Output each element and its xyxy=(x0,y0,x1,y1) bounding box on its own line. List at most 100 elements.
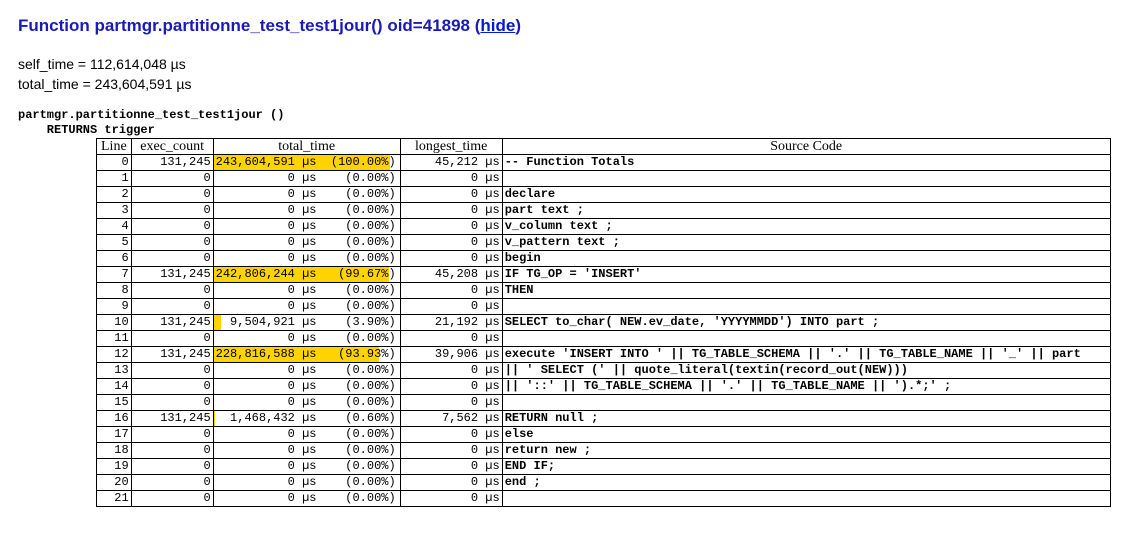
cell-exec-count: 0 xyxy=(131,283,213,299)
table-row: 90 0 µs (0.00%)0 µs xyxy=(97,299,1111,315)
cell-total-time: 0 µs (0.00%) xyxy=(213,475,400,491)
cell-total-time-text: 0 µs (0.00%) xyxy=(216,427,398,442)
cell-total-time: 0 µs (0.00%) xyxy=(213,171,400,187)
cell-source-code: declare xyxy=(502,187,1110,203)
cell-total-time-text: 0 µs (0.00%) xyxy=(216,299,398,314)
table-row: 140 0 µs (0.00%)0 µs || '::' || TG_TABLE… xyxy=(97,379,1111,395)
profiler-table: Line exec_count total_time longest_time … xyxy=(96,138,1111,507)
cell-exec-count: 0 xyxy=(131,251,213,267)
function-signature: partmgr.partitionne_test_test1jour () RE… xyxy=(18,108,1111,138)
cell-source-code xyxy=(502,491,1110,507)
cell-line: 5 xyxy=(97,235,132,251)
table-row: 10 0 µs (0.00%)0 µs xyxy=(97,171,1111,187)
cell-exec-count: 131,245 xyxy=(131,411,213,427)
cell-source-code: || '::' || TG_TABLE_SCHEMA || '.' || TG_… xyxy=(502,379,1110,395)
cell-exec-count: 0 xyxy=(131,475,213,491)
cell-longest-time: 0 µs xyxy=(400,459,502,475)
table-row: 170 0 µs (0.00%)0 µs else xyxy=(97,427,1111,443)
cell-exec-count: 0 xyxy=(131,331,213,347)
cell-exec-count: 0 xyxy=(131,203,213,219)
cell-source-code: THEN xyxy=(502,283,1110,299)
cell-total-time: 0 µs (0.00%) xyxy=(213,299,400,315)
cell-line: 0 xyxy=(97,155,132,171)
cell-total-time-text: 0 µs (0.00%) xyxy=(216,203,398,218)
cell-source-code: RETURN null ; xyxy=(502,411,1110,427)
cell-total-time: 0 µs (0.00%) xyxy=(213,379,400,395)
cell-longest-time: 0 µs xyxy=(400,491,502,507)
page-title: Function partmgr.partitionne_test_test1j… xyxy=(18,16,1111,36)
cell-source-code: END IF; xyxy=(502,459,1110,475)
cell-longest-time: 7,562 µs xyxy=(400,411,502,427)
title-oid: oid=41898 ( xyxy=(383,16,481,35)
cell-total-time-text: 0 µs (0.00%) xyxy=(216,459,398,474)
table-row: 10131,245 9,504,921 µs (3.90%)21,192 µs … xyxy=(97,315,1111,331)
cell-exec-count: 0 xyxy=(131,491,213,507)
cell-total-time: 0 µs (0.00%) xyxy=(213,459,400,475)
cell-total-time: 0 µs (0.00%) xyxy=(213,395,400,411)
col-header-longest-time: longest_time xyxy=(400,139,502,155)
cell-source-code: else xyxy=(502,427,1110,443)
table-row: 110 0 µs (0.00%)0 µs xyxy=(97,331,1111,347)
cell-total-time-text: 0 µs (0.00%) xyxy=(216,251,398,266)
cell-line: 20 xyxy=(97,475,132,491)
table-header-row: Line exec_count total_time longest_time … xyxy=(97,139,1111,155)
cell-longest-time: 0 µs xyxy=(400,395,502,411)
cell-source-code: -- Function Totals xyxy=(502,155,1110,171)
cell-longest-time: 0 µs xyxy=(400,187,502,203)
col-header-exec-count: exec_count xyxy=(131,139,213,155)
cell-total-time-text: 0 µs (0.00%) xyxy=(216,235,398,250)
cell-total-time: 0 µs (0.00%) xyxy=(213,443,400,459)
self-time-line: self_time = 112,614,048 µs xyxy=(18,56,1111,72)
table-row: 210 0 µs (0.00%)0 µs xyxy=(97,491,1111,507)
cell-total-time: 0 µs (0.00%) xyxy=(213,283,400,299)
cell-source-code: SELECT to_char( NEW.ev_date, 'YYYYMMDD')… xyxy=(502,315,1110,331)
cell-total-time: 0 µs (0.00%) xyxy=(213,331,400,347)
cell-total-time-text: 0 µs (0.00%) xyxy=(216,475,398,490)
cell-line: 6 xyxy=(97,251,132,267)
hide-link[interactable]: hide xyxy=(480,16,515,35)
table-row: 200 0 µs (0.00%)0 µs end ; xyxy=(97,475,1111,491)
cell-line: 19 xyxy=(97,459,132,475)
cell-source-code: return new ; xyxy=(502,443,1110,459)
cell-total-time: 0 µs (0.00%) xyxy=(213,203,400,219)
table-row: 180 0 µs (0.00%)0 µs return new ; xyxy=(97,443,1111,459)
cell-longest-time: 0 µs xyxy=(400,331,502,347)
col-header-line: Line xyxy=(97,139,132,155)
cell-longest-time: 0 µs xyxy=(400,379,502,395)
cell-total-time-text: 0 µs (0.00%) xyxy=(216,219,398,234)
cell-source-code: || ' SELECT (' || quote_literal(textin(r… xyxy=(502,363,1110,379)
cell-total-time: 0 µs (0.00%) xyxy=(213,251,400,267)
cell-line: 14 xyxy=(97,379,132,395)
total-time-line: total_time = 243,604,591 µs xyxy=(18,76,1111,92)
table-row: 20 0 µs (0.00%)0 µs declare xyxy=(97,187,1111,203)
cell-exec-count: 0 xyxy=(131,459,213,475)
cell-exec-count: 131,245 xyxy=(131,267,213,283)
cell-exec-count: 0 xyxy=(131,171,213,187)
cell-line: 1 xyxy=(97,171,132,187)
cell-total-time-text: 0 µs (0.00%) xyxy=(216,331,398,346)
cell-line: 4 xyxy=(97,219,132,235)
table-row: 30 0 µs (0.00%)0 µs part text ; xyxy=(97,203,1111,219)
cell-total-time: 0 µs (0.00%) xyxy=(213,235,400,251)
cell-line: 12 xyxy=(97,347,132,363)
cell-exec-count: 0 xyxy=(131,363,213,379)
cell-total-time: 228,816,588 µs (93.93%) xyxy=(213,347,400,363)
cell-source-code xyxy=(502,171,1110,187)
cell-line: 21 xyxy=(97,491,132,507)
cell-total-time-text: 0 µs (0.00%) xyxy=(216,187,398,202)
cell-longest-time: 0 µs xyxy=(400,299,502,315)
cell-longest-time: 0 µs xyxy=(400,443,502,459)
cell-exec-count: 0 xyxy=(131,379,213,395)
cell-exec-count: 131,245 xyxy=(131,155,213,171)
cell-total-time-text: 228,816,588 µs (93.93%) xyxy=(216,347,398,362)
cell-total-time: 0 µs (0.00%) xyxy=(213,491,400,507)
cell-line: 8 xyxy=(97,283,132,299)
cell-exec-count: 131,245 xyxy=(131,347,213,363)
cell-source-code: part text ; xyxy=(502,203,1110,219)
table-row: 50 0 µs (0.00%)0 µs v_pattern text ; xyxy=(97,235,1111,251)
cell-exec-count: 0 xyxy=(131,299,213,315)
cell-source-code: v_column text ; xyxy=(502,219,1110,235)
table-row: 190 0 µs (0.00%)0 µs END IF; xyxy=(97,459,1111,475)
cell-line: 9 xyxy=(97,299,132,315)
title-suffix: ) xyxy=(515,16,521,35)
